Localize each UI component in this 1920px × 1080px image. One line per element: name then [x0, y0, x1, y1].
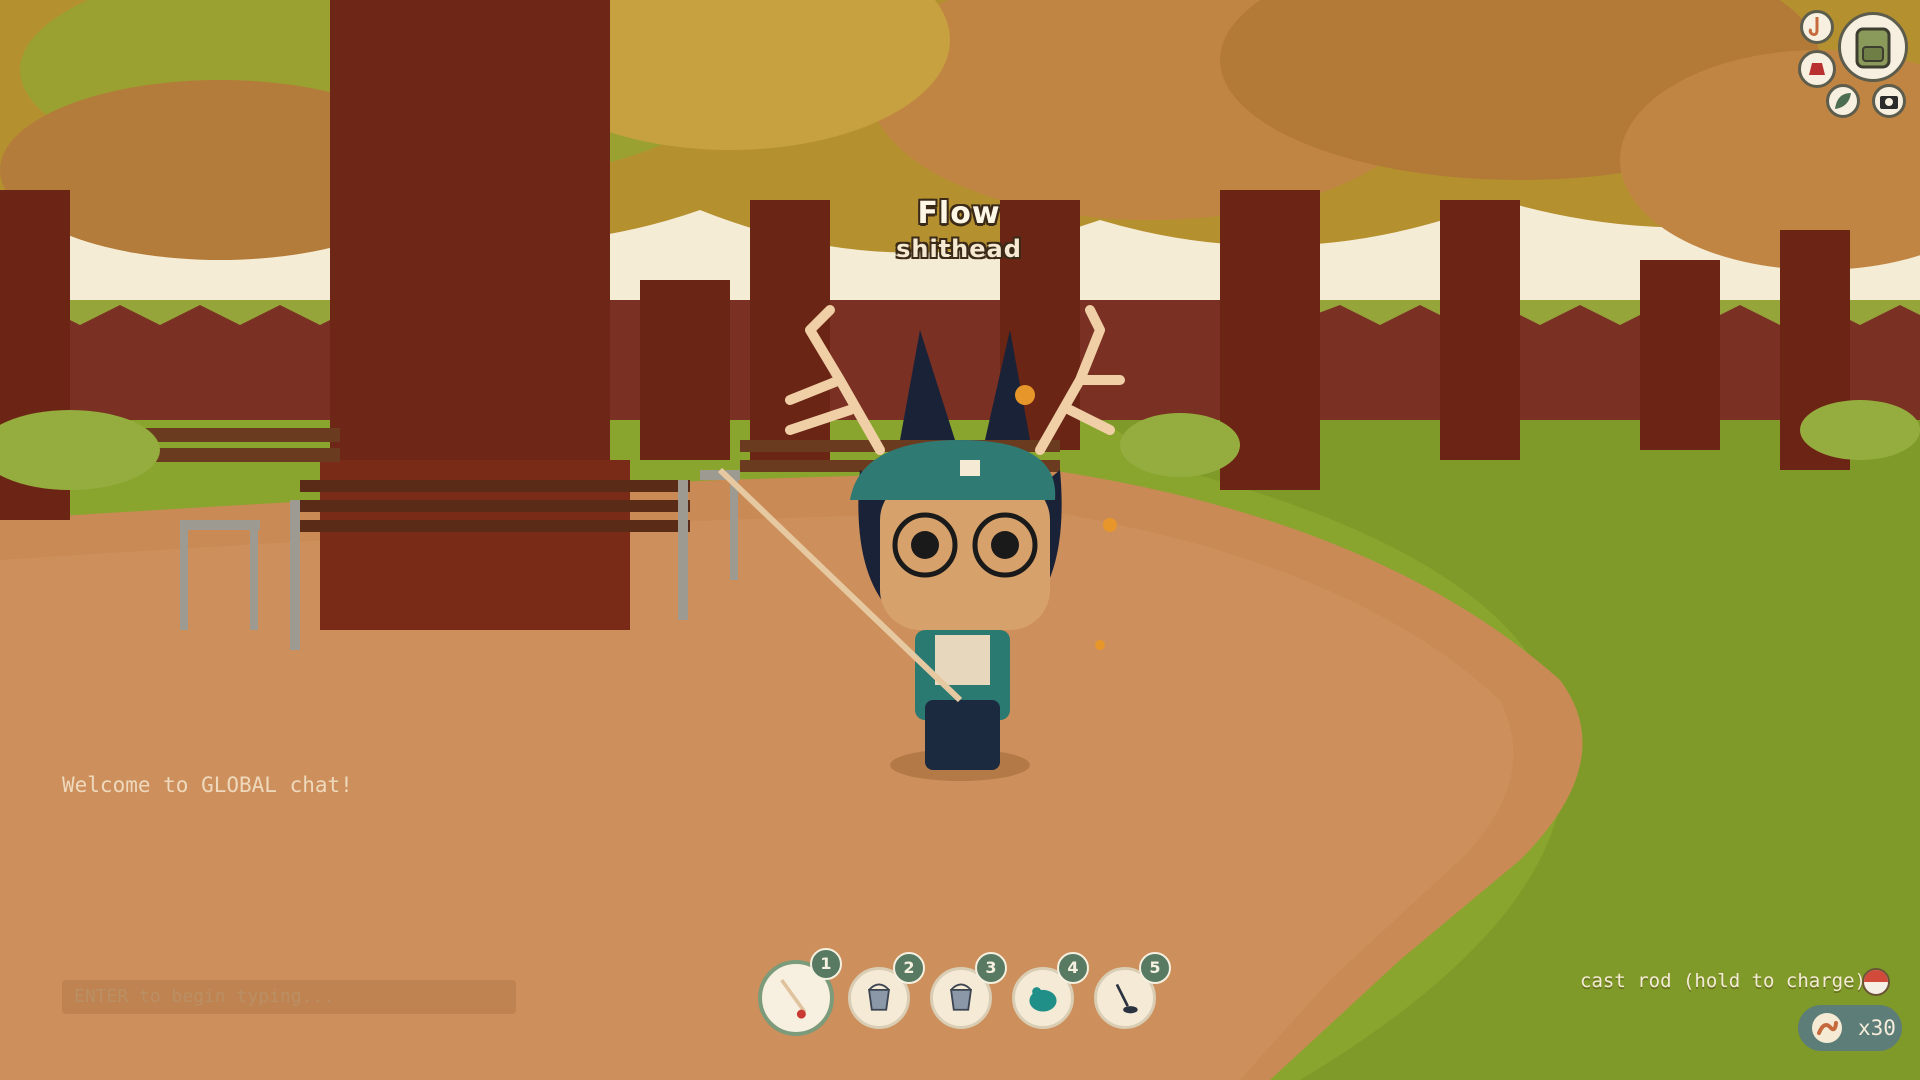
cosmetics-button[interactable] [1798, 50, 1836, 88]
chat-input-placeholder: ENTER to begin typing... [74, 986, 335, 1007]
player-title: shithead [896, 235, 1022, 263]
hotbar-slot-1[interactable]: 1 [758, 948, 842, 1036]
hotbar-slot-number: 2 [893, 952, 925, 984]
hotbar-slot-3[interactable]: 3 [930, 952, 1007, 1029]
worm-bait-icon [1812, 1013, 1842, 1043]
bobber-icon [1862, 968, 1890, 996]
game-world-scene [0, 0, 1920, 1080]
hotbar-slot-4[interactable]: 4 [1012, 952, 1089, 1029]
fishing-button[interactable] [1800, 10, 1834, 44]
hotbar-slot-number: 1 [810, 948, 842, 980]
backpack-button[interactable] [1838, 12, 1908, 82]
camera-button[interactable] [1872, 84, 1906, 118]
hat-icon [1809, 63, 1825, 75]
backpack-icon [1855, 27, 1891, 69]
bait-count: x30 [1858, 1016, 1896, 1040]
fishing-hook-icon [1808, 17, 1819, 36]
camera-icon [1880, 96, 1898, 109]
hotbar-slot-number: 4 [1057, 952, 1089, 984]
hotbar-slot-5[interactable]: 5 [1094, 952, 1171, 1029]
action-hint-cast-rod: cast rod (hold to charge) [1580, 970, 1866, 992]
player-nameplate: Flow shithead [859, 196, 1059, 263]
hotbar-slot-number: 5 [1139, 952, 1171, 984]
hotbar-slot-2[interactable]: 2 [848, 952, 925, 1029]
player-name: Flow [917, 196, 1001, 231]
chat-input[interactable]: ENTER to begin typing... [62, 980, 516, 1014]
bait-counter[interactable]: x30 [1798, 1005, 1902, 1051]
chat-welcome-message: Welcome to GLOBAL chat! [62, 773, 353, 797]
leaf-icon [1835, 93, 1851, 109]
journal-button[interactable] [1826, 84, 1860, 118]
hotbar-slot-number: 3 [975, 952, 1007, 984]
